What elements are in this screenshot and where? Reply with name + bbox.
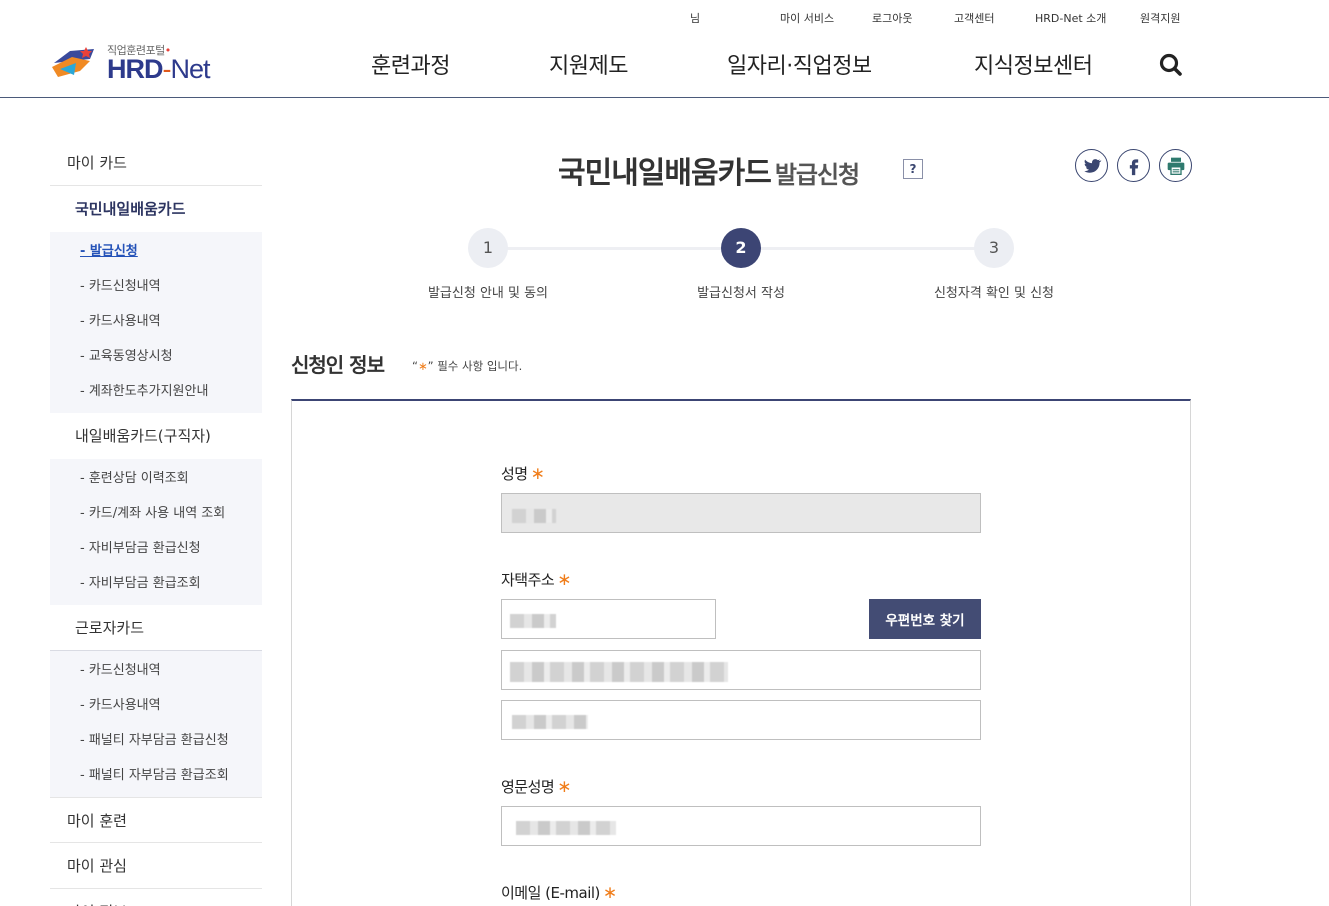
nav-item-apply[interactable]: - 발급신청 (50, 234, 262, 269)
logo-wordmark: HRD-Net (107, 54, 211, 84)
gnb-training-courses[interactable]: 훈련과정 (371, 48, 450, 80)
nav-item-card-account-usage[interactable]: - 카드/계좌 사용 내역 조회 (50, 496, 262, 531)
search-icon[interactable] (1158, 52, 1184, 78)
step-2-number: 2 (721, 228, 761, 268)
nav-my-training[interactable]: 마이 훈련 (50, 797, 262, 843)
util-link-my-service[interactable]: 마이 서비스 (780, 10, 834, 26)
nav-national-card-items: - 발급신청 - 카드신청내역 - 카드사용내역 - 교육동영상시청 - 계좌한… (50, 232, 262, 413)
name-field (501, 493, 981, 533)
masked-value (510, 614, 556, 628)
nav-item-penalty-refund-lookup[interactable]: - 패널티 자부담금 환급조회 (50, 758, 262, 793)
required-note: “∗” 필수 사항 입니다. (412, 359, 523, 373)
utility-bar: 님 마이 서비스 로그아웃 고객센터 HRD-Net 소개 원격지원 (0, 10, 1329, 26)
address-detail-field[interactable] (501, 700, 981, 740)
page-title: 국민내일배움카드 발급신청 (558, 148, 860, 192)
nav-item-account-limit[interactable]: - 계좌한도추가지원안내 (50, 374, 262, 409)
step-2-current: 2 발급신청서 작성 (641, 228, 841, 301)
nav-item-refund-request[interactable]: - 자비부담금 환급신청 (50, 531, 262, 566)
required-star-icon: ∗ (557, 570, 571, 590)
nav-item-counseling-history[interactable]: - 훈련상담 이력조회 (50, 461, 262, 496)
masked-value (512, 509, 556, 523)
util-link-remote-support[interactable]: 원격지원 (1140, 10, 1180, 26)
nav-item-worker-card-usage[interactable]: - 카드사용내역 (50, 688, 262, 723)
required-star-icon: ∗ (557, 777, 571, 797)
gnb-support-system[interactable]: 지원제도 (549, 48, 628, 80)
util-link-logout[interactable]: 로그아웃 (872, 10, 912, 26)
nav-item-refund-lookup[interactable]: - 자비부담금 환급조회 (50, 566, 262, 601)
user-suffix: 님 (690, 12, 701, 25)
left-nav: 마이 카드 국민내일배움카드 - 발급신청 - 카드신청내역 - 카드사용내역 … (50, 140, 262, 906)
step-3-label: 신청자격 확인 및 신청 (933, 286, 1055, 301)
twitter-icon (1084, 159, 1102, 173)
masked-value (510, 662, 728, 682)
nav-group-worker-card[interactable]: 근로자카드 (50, 605, 262, 651)
address-label: 자택주소 ∗ (501, 570, 571, 590)
nav-jobseeker-card-items: - 훈련상담 이력조회 - 카드/계좌 사용 내역 조회 - 자비부담금 환급신… (50, 459, 262, 605)
gnb-jobs-info[interactable]: 일자리·직업정보 (727, 48, 872, 80)
masked-value (512, 715, 588, 729)
english-name-field[interactable] (501, 806, 981, 846)
section-title: 신청인 정보 (291, 353, 385, 377)
masked-value (516, 821, 616, 835)
util-link-about[interactable]: HRD-Net 소개 (1035, 10, 1106, 26)
facebook-icon (1129, 159, 1139, 176)
address-line1-field[interactable] (501, 650, 981, 690)
printer-icon (1167, 157, 1185, 175)
step-1-number: 1 (468, 228, 508, 268)
step-1-label: 발급신청 안내 및 동의 (427, 286, 549, 301)
nav-my-interest[interactable]: 마이 관심 (50, 843, 262, 889)
facebook-share-button[interactable] (1117, 149, 1150, 182)
nav-item-worker-card-request[interactable]: - 카드신청내역 (50, 653, 262, 688)
user-greeting: 님 (690, 10, 700, 26)
page-title-main: 국민내일배움카드 (558, 156, 772, 191)
required-star-icon: ∗ (530, 464, 545, 484)
step-1: 1 발급신청 안내 및 동의 (388, 228, 588, 301)
name-label: 성명 ∗ (501, 464, 545, 484)
postal-code-field[interactable] (501, 599, 716, 639)
nav-item-education-video[interactable]: - 교육동영상시청 (50, 339, 262, 374)
gnb-knowledge-center[interactable]: 지식정보센터 (974, 48, 1093, 80)
find-postal-code-button[interactable]: 우편번호 찾기 (869, 599, 981, 639)
page-title-sub: 발급신청 (774, 161, 860, 189)
nav-item-penalty-refund-request[interactable]: - 패널티 자부담금 환급신청 (50, 723, 262, 758)
nav-item-card-usage[interactable]: - 카드사용내역 (50, 304, 262, 339)
step-3-number: 3 (974, 228, 1014, 268)
util-link-customer-center[interactable]: 고객센터 (954, 10, 994, 26)
hrd-net-logo[interactable]: 직업훈련포털• HRD-Net (50, 42, 220, 84)
nav-my-card[interactable]: 마이 카드 (50, 140, 262, 186)
email-label: 이메일 (E-mail) ∗ (501, 883, 617, 903)
twitter-share-button[interactable] (1075, 149, 1108, 182)
english-name-label: 영문성명 ∗ (501, 777, 571, 797)
nav-worker-card-items: - 카드신청내역 - 카드사용내역 - 패널티 자부담금 환급신청 - 패널티 … (50, 651, 262, 797)
help-button[interactable]: ? (903, 159, 923, 179)
nav-group-national-card[interactable]: 국민내일배움카드 (50, 186, 262, 232)
step-3: 3 신청자격 확인 및 신청 (894, 228, 1094, 301)
print-button[interactable] (1159, 149, 1192, 182)
progress-steps: 1 발급신청 안내 및 동의 2 발급신청서 작성 3 신청자격 확인 및 신청 (410, 228, 1070, 308)
nav-group-jobseeker-card[interactable]: 내일배움카드(구직자) (50, 413, 262, 459)
required-star-icon: ∗ (417, 359, 428, 373)
nav-my-info[interactable]: 마이 정보 (50, 889, 262, 906)
site-header: 님 마이 서비스 로그아웃 고객센터 HRD-Net 소개 원격지원 직업훈련포… (0, 0, 1329, 98)
required-star-icon: ∗ (602, 883, 617, 903)
step-2-label: 발급신청서 작성 (697, 286, 785, 301)
nav-item-card-request-history[interactable]: - 카드신청내역 (50, 269, 262, 304)
logo-emblem-icon (52, 47, 94, 77)
